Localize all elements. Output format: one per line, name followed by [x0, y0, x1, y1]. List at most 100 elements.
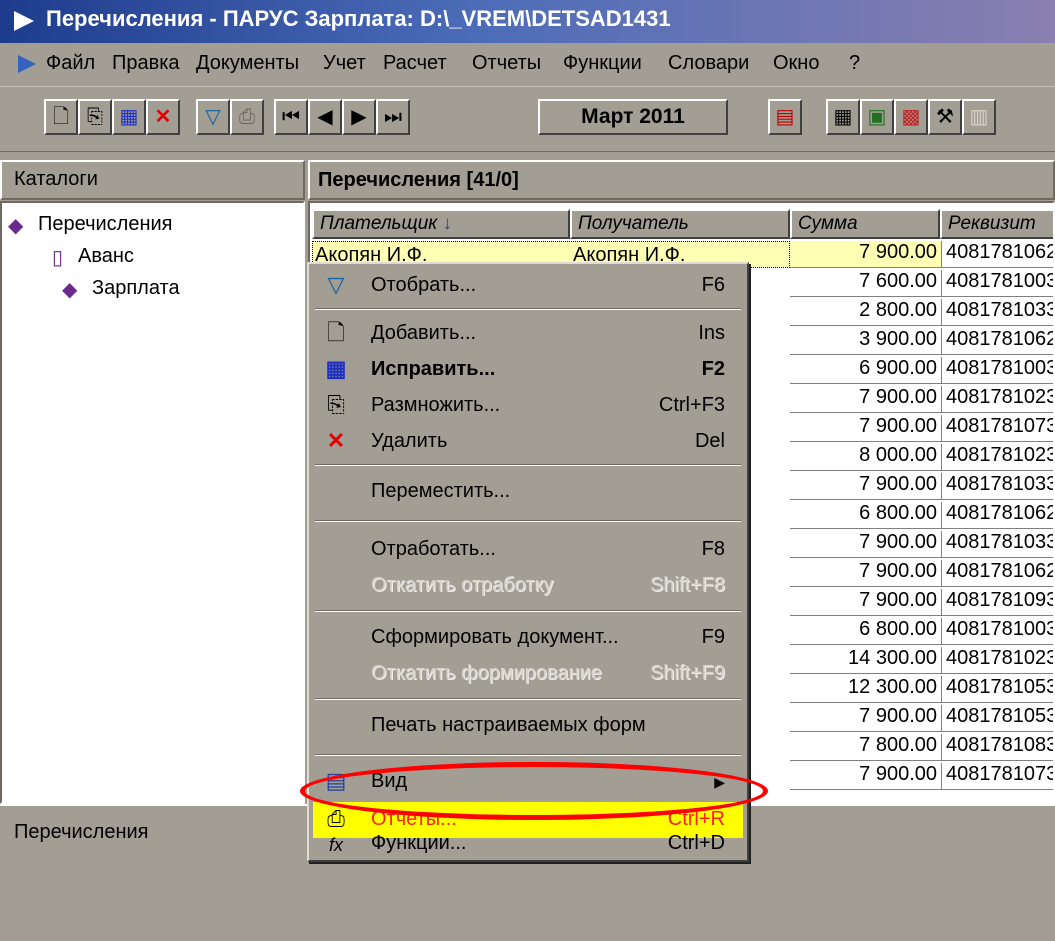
- cell-sum[interactable]: 7 900.00: [790, 415, 942, 442]
- cell-sum[interactable]: 3 900.00: [790, 328, 942, 355]
- menu-item-label: Функции...: [371, 832, 467, 854]
- separator: [315, 464, 741, 466]
- cell-requisite[interactable]: 4081781073: [942, 763, 1053, 790]
- cell-sum[interactable]: 7 900.00: [790, 560, 942, 587]
- cell-sum[interactable]: 7 900.00: [790, 241, 942, 268]
- cell-sum[interactable]: 14 300.00: [790, 647, 942, 674]
- menu-item-print-custom-forms[interactable]: Печать настраиваемых форм: [313, 708, 743, 744]
- cell-requisite[interactable]: 4081781062: [942, 560, 1053, 587]
- menu-reports[interactable]: Отчеты: [472, 52, 541, 75]
- menu-item-shortcut: Shift+F9: [649, 662, 725, 684]
- cell-sum[interactable]: 7 900.00: [790, 386, 942, 413]
- menu-item-shortcut: Ctrl+F3: [658, 394, 725, 416]
- calendar-alert-icon[interactable]: ▤: [768, 99, 802, 135]
- cell-requisite[interactable]: 4081781062: [942, 502, 1053, 529]
- menu-item-functions[interactable]: fx Функции... Ctrl+D: [313, 832, 743, 860]
- cell-sum[interactable]: 6 900.00: [790, 357, 942, 384]
- menu-item-duplicate[interactable]: ⎘ Размножить... Ctrl+F3: [313, 388, 743, 424]
- calculator-icon[interactable]: ▦: [826, 99, 860, 135]
- cell-sum[interactable]: 7 800.00: [790, 734, 942, 761]
- cell-sum[interactable]: 6 800.00: [790, 502, 942, 529]
- cell-requisite[interactable]: 4081781033: [942, 473, 1053, 500]
- menu-documents[interactable]: Документы: [196, 52, 299, 75]
- cell-sum[interactable]: 7 900.00: [790, 473, 942, 500]
- filter-icon[interactable]: ▽: [196, 99, 230, 135]
- cell-requisite[interactable]: 4081781003: [942, 618, 1053, 645]
- cell-requisite[interactable]: 4081781073: [942, 415, 1053, 442]
- separator: [315, 610, 741, 612]
- column-header-sum[interactable]: Сумма: [790, 209, 940, 239]
- menu-item-shortcut: Ctrl+D: [667, 832, 725, 854]
- tree-item-salary[interactable]: Зарплата: [92, 277, 180, 300]
- menu-dictionaries[interactable]: Словари: [668, 52, 749, 75]
- menu-edit[interactable]: Правка: [112, 52, 180, 75]
- delete-icon[interactable]: ✕: [146, 99, 180, 135]
- first-record-icon[interactable]: ⏮: [274, 99, 308, 135]
- catalog-tree: ◆ Перечисления ▯ Аванс ◆ Зарплата: [0, 201, 305, 804]
- cell-requisite[interactable]: 4081781033: [942, 299, 1053, 326]
- tools-icon[interactable]: ⚒: [928, 99, 962, 135]
- menu-functions[interactable]: Функции: [563, 52, 642, 75]
- tree-item-transfers[interactable]: Перечисления: [38, 213, 173, 236]
- menu-help[interactable]: ?: [849, 52, 860, 75]
- tree-item-advance[interactable]: Аванс: [78, 245, 134, 268]
- app-icon: [14, 11, 34, 31]
- cell-sum[interactable]: 7 600.00: [790, 270, 942, 297]
- cell-sum[interactable]: 6 800.00: [790, 618, 942, 645]
- cell-requisite[interactable]: 4081781053: [942, 676, 1053, 703]
- sort-icon: ↓: [442, 213, 453, 234]
- menu-item-delete[interactable]: ✕ Удалить Del: [313, 424, 743, 460]
- cell-sum[interactable]: 7 900.00: [790, 589, 942, 616]
- cell-requisite[interactable]: 4081781023: [942, 386, 1053, 413]
- cell-requisite[interactable]: 4081781062: [942, 241, 1053, 268]
- menu-item-label: Добавить...: [371, 322, 477, 344]
- column-header-requisite[interactable]: Реквизит: [940, 209, 1053, 239]
- cell-requisite[interactable]: 4081781023: [942, 647, 1053, 674]
- cell-requisite[interactable]: 4081781093: [942, 589, 1053, 616]
- menu-item-add[interactable]: 🗋 Добавить... Ins: [313, 316, 743, 352]
- cell-requisite[interactable]: 4081781083: [942, 734, 1053, 761]
- cell-sum[interactable]: 2 800.00: [790, 299, 942, 326]
- cell-requisite[interactable]: 4081781053: [942, 705, 1053, 732]
- edit-icon[interactable]: ▦: [112, 99, 146, 135]
- annotation-oval: [300, 762, 768, 820]
- menu-file[interactable]: Файл: [46, 52, 95, 75]
- menu-item-label: Печать настраиваемых форм: [371, 714, 646, 736]
- cell-sum[interactable]: 8 000.00: [790, 444, 942, 471]
- report-view-icon[interactable]: ▣: [860, 99, 894, 135]
- prev-record-icon[interactable]: ◀: [308, 99, 342, 135]
- calendar-icon[interactable]: ▩: [894, 99, 928, 135]
- cell-requisite[interactable]: 4081781033: [942, 531, 1053, 558]
- system-menu-icon[interactable]: [18, 55, 36, 73]
- next-record-icon[interactable]: ▶: [342, 99, 376, 135]
- last-record-icon[interactable]: ⏭: [376, 99, 410, 135]
- cell-requisite[interactable]: 4081781003: [942, 357, 1053, 384]
- cell-sum[interactable]: 12 300.00: [790, 676, 942, 703]
- cell-requisite[interactable]: 4081781003: [942, 270, 1053, 297]
- separator: [315, 308, 741, 310]
- column-header-receiver[interactable]: Получатель: [570, 209, 790, 239]
- menu-item-generate-document[interactable]: Сформировать документ... F9: [313, 620, 743, 656]
- cell-requisite[interactable]: 4081781023: [942, 444, 1053, 471]
- menu-item-filter[interactable]: ▽ Отобрать... F6: [313, 268, 743, 304]
- cell-sum[interactable]: 7 900.00: [790, 531, 942, 558]
- cell-requisite[interactable]: 4081781062: [942, 328, 1053, 355]
- menu-window[interactable]: Окно: [773, 52, 819, 75]
- period-button[interactable]: Март 2011: [538, 99, 728, 135]
- menu-item-label: Отобрать...: [371, 274, 477, 296]
- cell-sum[interactable]: 7 900.00: [790, 763, 942, 790]
- menu-item-label: Переместить...: [371, 480, 511, 502]
- book-icon: ◆: [8, 215, 24, 237]
- menu-calculation[interactable]: Расчет: [383, 52, 447, 75]
- copy-icon[interactable]: ⎘: [78, 99, 112, 135]
- menu-item-label: Откатить отработку: [371, 574, 554, 596]
- new-document-icon[interactable]: 🗋: [44, 99, 78, 135]
- print-icon[interactable]: ⎙: [230, 99, 264, 135]
- cell-sum[interactable]: 7 900.00: [790, 705, 942, 732]
- menu-item-edit[interactable]: ▦ Исправить... F2: [313, 352, 743, 388]
- grid-title: Перечисления [41/0]: [308, 160, 1055, 200]
- menu-accounting[interactable]: Учет: [323, 52, 366, 75]
- menu-item-move[interactable]: Переместить...: [313, 474, 743, 510]
- menu-item-process[interactable]: Отработать... F8: [313, 532, 743, 568]
- column-header-payer[interactable]: Плательщик ↓: [312, 209, 570, 239]
